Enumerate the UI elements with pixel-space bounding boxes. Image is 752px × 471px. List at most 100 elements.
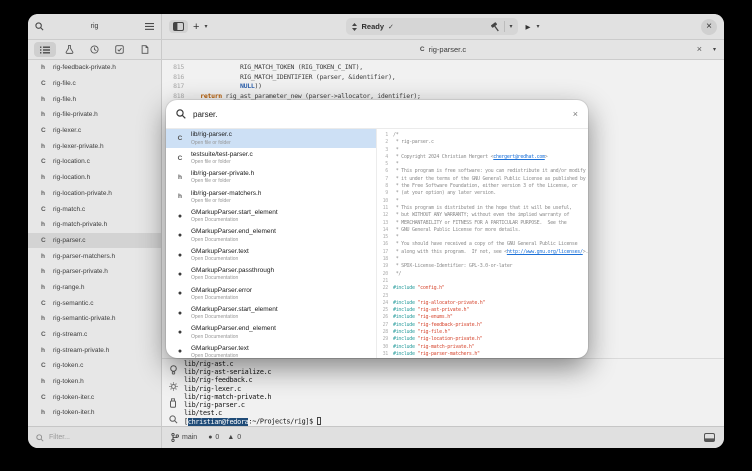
popup-body: C lib/rig-parser.c Open file or folder C… [166, 129, 588, 358]
sidebar-file-row[interactable]: C rig-semantic.c [28, 295, 161, 311]
search-query-input[interactable]: parser. [193, 110, 566, 119]
window-close-button[interactable]: × [701, 19, 717, 35]
sidebar-file-row[interactable]: C rig-file.c [28, 76, 161, 92]
sidebar-file-row[interactable]: h rig-range.h [28, 280, 161, 296]
file-name: rig-file-private.h [53, 111, 98, 118]
sidebar-file-row[interactable]: h rig-feedback-private.h [28, 60, 161, 76]
search-result-row[interactable]: ● GMarkupParser.passthrough Open Documen… [166, 265, 376, 284]
sidebar-file-row[interactable]: C rig-lexer.c [28, 123, 161, 139]
document-icon [141, 45, 149, 54]
diagnostics-indicator[interactable]: ●0 ▲0 [208, 434, 241, 441]
search-result-row[interactable]: ● GMarkupParser.end_element Open Documen… [166, 323, 376, 342]
preview-code: #include "rig-match-private.h" [393, 344, 474, 350]
sidebar-tab-strip [28, 40, 162, 59]
toggle-bottom-panel-button[interactable] [704, 433, 715, 442]
file-type-icon: C [41, 127, 48, 134]
sidebar-file-row[interactable]: h rig-location.h [28, 170, 161, 186]
search-result-row[interactable]: C testsuite/test-parser.c Open file or f… [166, 148, 376, 167]
preview-line-number: 17 [377, 249, 388, 255]
sidebar-tab-history[interactable] [84, 42, 106, 57]
sidebar-file-row[interactable]: C rig-location.c [28, 154, 161, 170]
file-name: rig-stream.c [53, 331, 87, 338]
search-result-row[interactable]: ● GMarkupParser.start_element Open Docum… [166, 207, 376, 226]
search-result-row[interactable]: h lib/rig-parser-matchers.h Open file or… [166, 187, 376, 206]
sidebar-tab-tests[interactable] [59, 42, 81, 57]
sidebar-file-row[interactable]: h rig-lexer-private.h [28, 138, 161, 154]
tab-file-name[interactable]: rig-parser.c [429, 45, 467, 54]
search-icon[interactable] [35, 22, 44, 31]
preview-line: 13 * MERCHANTABILITY or FITNESS FOR A PA… [377, 220, 588, 227]
sidebar-file-row[interactable]: h rig-parser-private.h [28, 264, 161, 280]
preview-line: 15 * [377, 234, 588, 241]
search-result-row[interactable]: ● GMarkupParser.error Open Documentation [166, 284, 376, 303]
preview-code: * MERCHANTABILITY or FITNESS FOR A PARTI… [393, 220, 566, 226]
jar-icon[interactable] [169, 398, 177, 408]
tab-language-icon: C [420, 46, 425, 53]
terminal-view[interactable]: lib/rig-ast.clib/rig-ast-serialize.clib/… [184, 359, 724, 426]
build-menu-caret-icon[interactable]: ▾ [509, 24, 512, 30]
result-subtitle: Open Documentation [191, 256, 249, 262]
search-panel-icon[interactable] [169, 415, 178, 424]
omnibar[interactable]: Ready ✓ ▾ [346, 18, 518, 35]
search-result-row[interactable]: ● GMarkupParser.end_element Open Documen… [166, 226, 376, 245]
warning-count: 0 [237, 434, 241, 441]
search-result-row[interactable]: ● GMarkupParser.text Open Documentation [166, 342, 376, 358]
search-result-row[interactable]: C lib/rig-parser.c Open file or folder [166, 129, 376, 148]
lightbulb-icon[interactable] [169, 365, 178, 375]
run-menu-caret-icon[interactable]: ▾ [536, 24, 539, 30]
tab-close-icon[interactable]: × [697, 45, 702, 54]
tab-list-caret-icon[interactable]: ▾ [713, 47, 716, 53]
file-type-icon: C [41, 394, 48, 401]
sidebar-file-row[interactable]: h rig-match-private.h [28, 217, 161, 233]
sidebar-file-row[interactable]: h rig-file.h [28, 91, 161, 107]
preview-line: 1/* [377, 132, 588, 139]
file-name: rig-parser-matchers.h [53, 253, 115, 260]
terminal-selection: christian@fedora [188, 418, 249, 426]
sidebar-file-row[interactable]: C rig-token.c [28, 358, 161, 374]
sidebar-tab-todo[interactable] [109, 42, 131, 57]
preview-code: * This program is distributed in the hop… [393, 205, 572, 211]
search-result-row[interactable]: ● GMarkupParser.text Open Documentation [166, 245, 376, 264]
preview-code: * [393, 161, 398, 167]
result-title: GMarkupParser.text [191, 345, 249, 353]
sidebar-tab-documentation[interactable] [134, 42, 156, 57]
sidebar-file-row[interactable]: h rig-parser-matchers.h [28, 248, 161, 264]
preview-line: 8 * the Free Software Foundation, either… [377, 183, 588, 190]
sidebar-file-row[interactable]: h rig-stream-private.h [28, 342, 161, 358]
sidebar-filter[interactable]: Filter... [28, 427, 162, 448]
sidebar-file-row[interactable]: C rig-stream.c [28, 327, 161, 343]
sidebar-file-row[interactable]: h rig-semantic-private.h [28, 311, 161, 327]
project-tree: h rig-feedback-private.h C rig-file.c h … [28, 60, 162, 426]
new-tab-button[interactable]: + [191, 22, 201, 32]
popup-close-icon[interactable]: × [573, 110, 578, 119]
sidebar-file-row[interactable]: C rig-token-iter.c [28, 389, 161, 405]
result-type-icon: C [175, 135, 185, 142]
search-result-row[interactable]: ● GMarkupParser.start_element Open Docum… [166, 304, 376, 323]
result-subtitle: Open Documentation [191, 217, 278, 223]
result-type-icon: h [175, 193, 185, 200]
preview-code: */ [393, 271, 401, 277]
result-type-icon: C [175, 155, 185, 162]
branch-indicator[interactable]: main [171, 433, 197, 442]
file-type-icon: h [41, 284, 48, 291]
new-tab-caret-icon[interactable]: ▾ [204, 24, 207, 30]
sidebar-file-row[interactable]: h rig-token.h [28, 374, 161, 390]
sidebar-tab-project-tree[interactable] [34, 42, 56, 57]
panel-tab-strip [162, 359, 184, 426]
project-name[interactable]: rig [48, 23, 141, 30]
menu-icon[interactable] [145, 23, 154, 30]
terminal-line: lib/rig-ast.c [184, 360, 724, 368]
gear-icon[interactable] [169, 382, 178, 391]
preview-line-number: 9 [377, 190, 388, 196]
preview-code: * it under the terms of the GNU General … [393, 176, 585, 182]
sidebar-file-row[interactable]: C rig-parser.c [28, 233, 161, 249]
preview-code: * [393, 147, 398, 153]
search-result-row[interactable]: h lib/rig-parser-private.h Open file or … [166, 168, 376, 187]
toggle-sidebar-button[interactable] [169, 20, 188, 33]
build-hammer-icon[interactable] [490, 22, 500, 32]
sidebar-file-row[interactable]: h rig-location-private.h [28, 186, 161, 202]
sidebar-file-row[interactable]: h rig-token-iter.h [28, 405, 161, 421]
sidebar-file-row[interactable]: h rig-file-private.h [28, 107, 161, 123]
run-button[interactable]: ▶ [525, 23, 530, 31]
sidebar-file-row[interactable]: C rig-match.c [28, 201, 161, 217]
